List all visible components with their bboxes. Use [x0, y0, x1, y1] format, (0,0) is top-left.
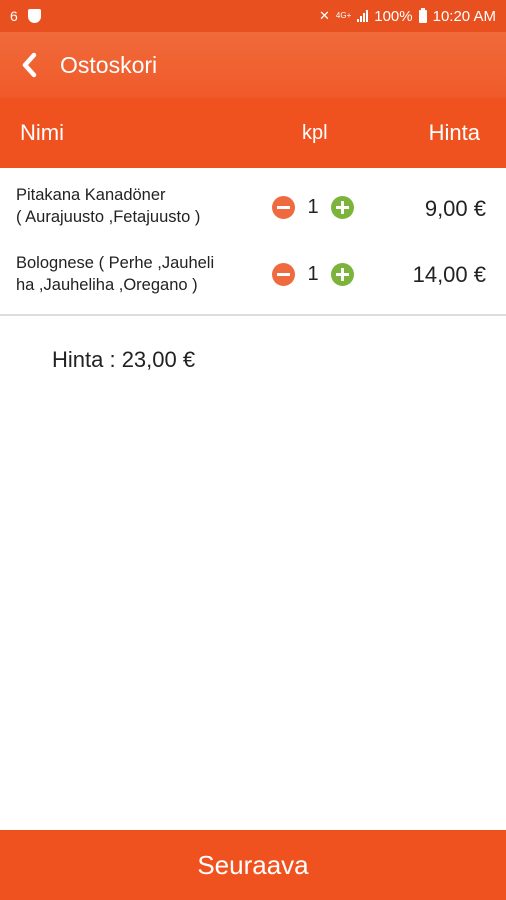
item-name: Bolognese ( Perhe ,Jauheli ha ,Jauheliha… — [16, 254, 215, 294]
quantity-stepper: 1 — [272, 263, 354, 286]
total-price: Hinta : 23,00 € — [52, 347, 196, 372]
minus-icon[interactable] — [272, 196, 295, 219]
notification-count: 6 — [10, 8, 18, 24]
battery-percent: 100% — [374, 7, 413, 25]
item-price: 14,00 € — [412, 262, 486, 287]
minus-icon[interactable] — [272, 263, 295, 286]
next-button[interactable]: Seuraava — [0, 830, 506, 900]
item-quantity: 1 — [307, 196, 319, 218]
cart-item: Pitakana Kanadöner ( Aurajuusto ,Fetajuu… — [0, 176, 506, 246]
column-price-header: Hinta — [428, 120, 480, 145]
app-bar: Ostoskori — [0, 32, 506, 98]
back-button[interactable] — [0, 32, 60, 98]
status-bar: 6 ✕ 4G+ 100% 10:20 AM — [0, 0, 506, 32]
battery-icon — [418, 7, 427, 23]
mute-icon: ✕ — [318, 8, 330, 23]
quantity-stepper: 1 — [272, 196, 354, 219]
column-qty-header: kpl — [302, 122, 328, 144]
cart-item: Bolognese ( Perhe ,Jauheli ha ,Jauheliha… — [0, 242, 506, 312]
column-name-header: Nimi — [20, 120, 64, 145]
plus-icon[interactable] — [331, 196, 354, 219]
plus-icon[interactable] — [331, 263, 354, 286]
chevron-left-icon — [22, 52, 37, 78]
network-type: 4G+ — [335, 11, 352, 20]
clock: 10:20 AM — [432, 7, 496, 25]
signal-icon — [357, 10, 369, 22]
shield-icon — [27, 9, 41, 23]
item-price: 9,00 € — [424, 196, 486, 221]
page-title: Ostoskori — [60, 51, 158, 78]
table-header: Nimi kpl Hinta — [0, 98, 506, 168]
divider — [0, 314, 506, 316]
item-quantity: 1 — [307, 263, 319, 285]
item-name: Pitakana Kanadöner ( Aurajuusto ,Fetajuu… — [16, 186, 201, 226]
